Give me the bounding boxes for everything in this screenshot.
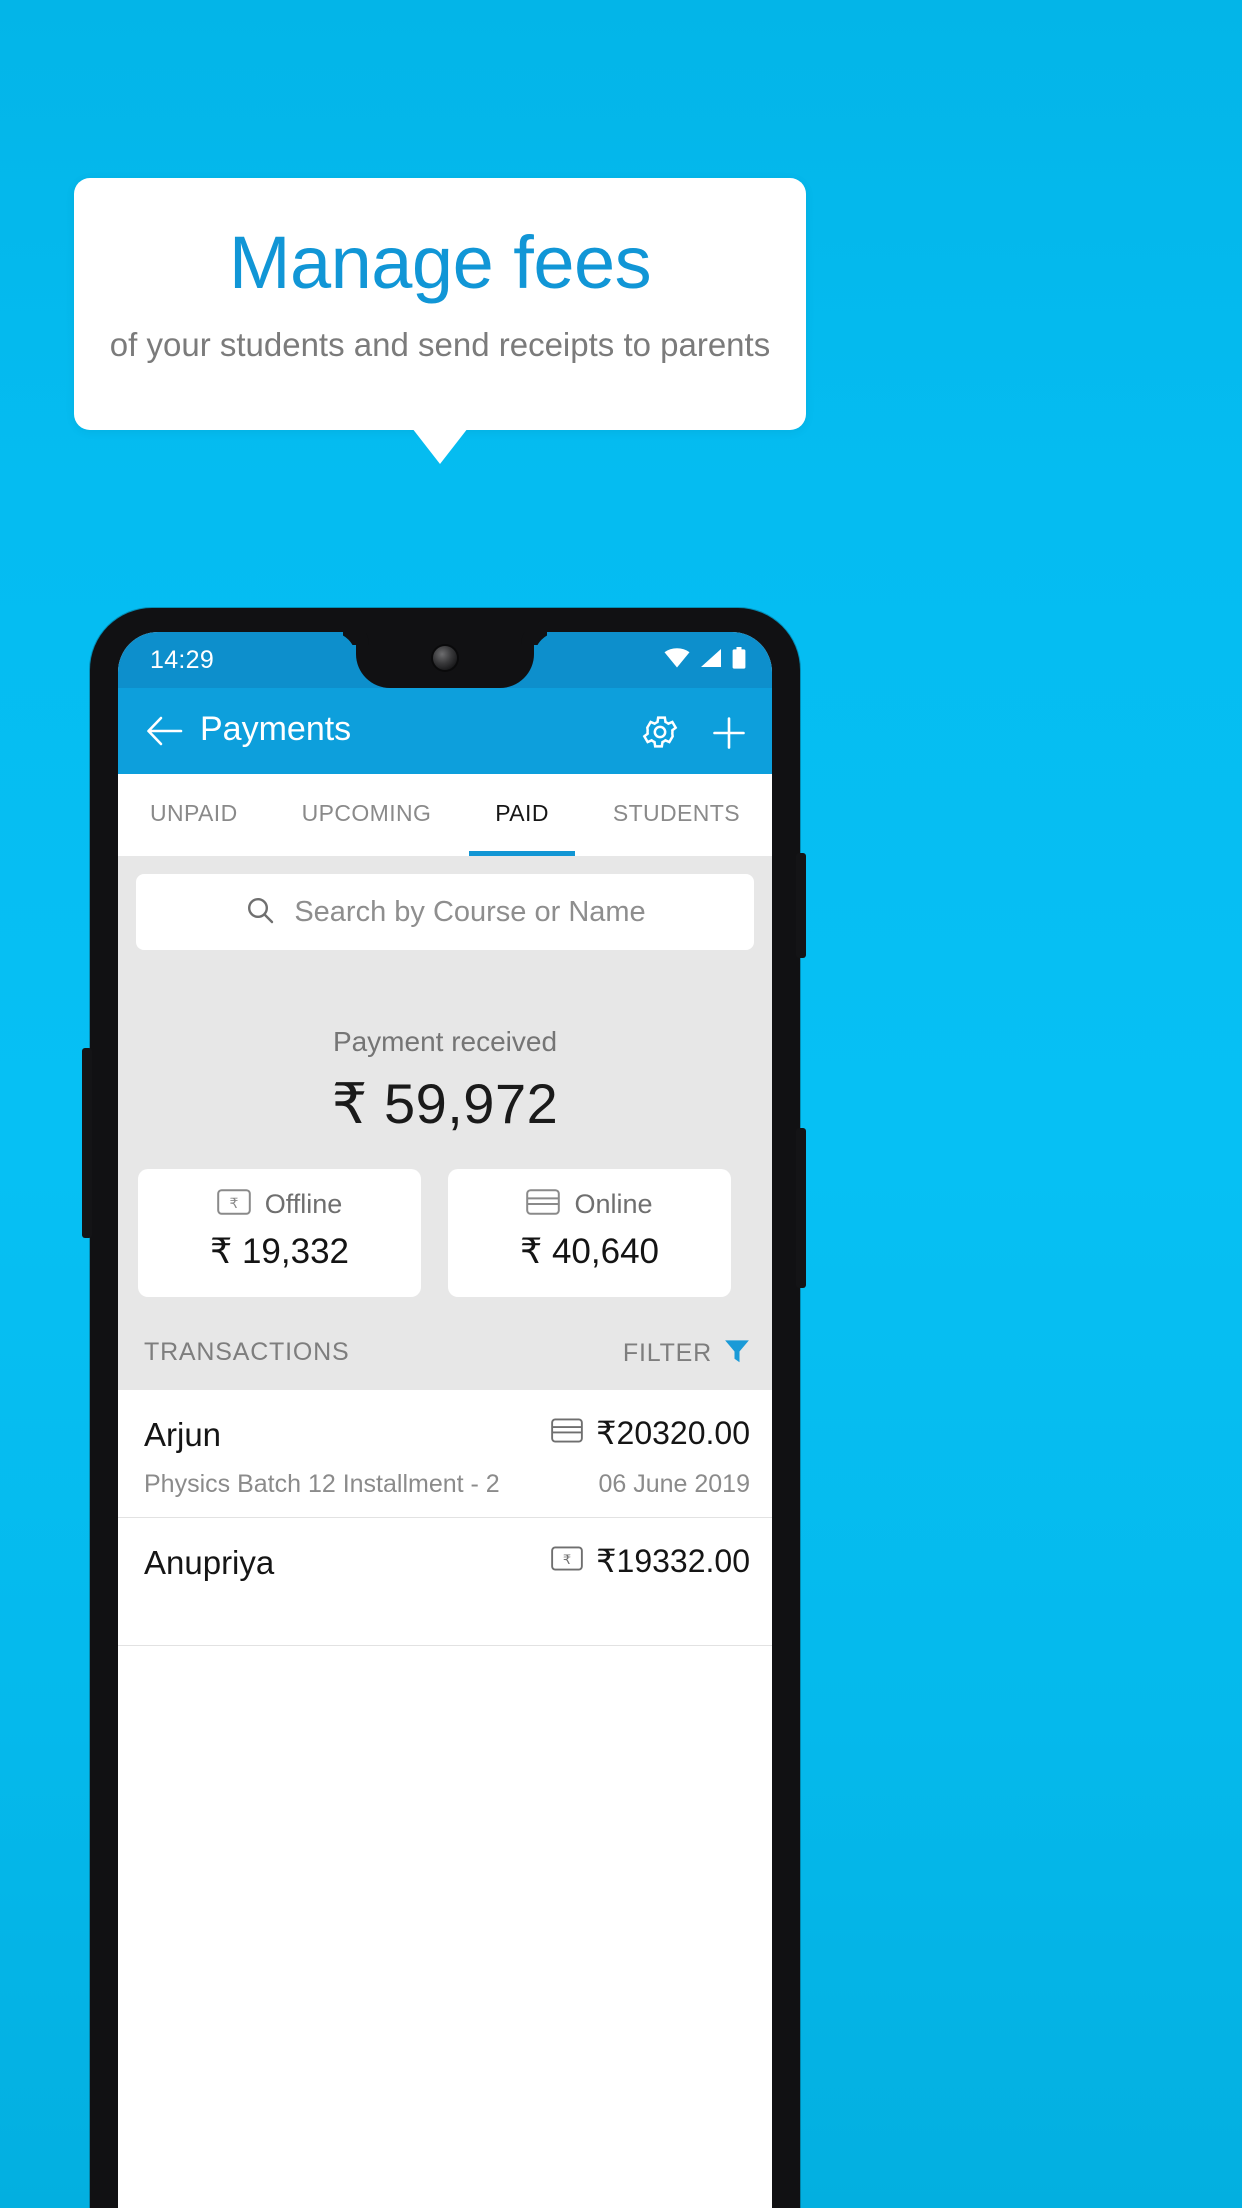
cellular-signal-icon xyxy=(699,648,723,673)
front-camera xyxy=(433,646,457,670)
offline-card-label: Offline xyxy=(264,1189,343,1219)
page-title: Payments xyxy=(200,710,352,748)
search-icon xyxy=(244,894,276,931)
transaction-name: Anupriya xyxy=(144,1544,275,1581)
credit-card-icon xyxy=(551,1418,583,1448)
transaction-amount: ₹19332.00 xyxy=(596,1543,750,1579)
wifi-icon xyxy=(664,648,690,673)
online-card-value: ₹ 40,640 xyxy=(519,1232,660,1271)
transaction-date: 06 June 2019 xyxy=(598,1470,750,1498)
phone-screen: 14:29 Payments UNPAID UPCOMING PAID STUD… xyxy=(118,632,772,2208)
svg-text:₹: ₹ xyxy=(229,1195,238,1211)
transactions-header: TRANSACTIONS FILTER xyxy=(118,1326,772,1386)
offline-summary-card[interactable]: ₹ Offline ₹ 19,332 xyxy=(138,1169,421,1297)
transactions-list: Arjun Physics Batch 12 Installment - 2 ₹ xyxy=(118,1390,772,2208)
filter-funnel-icon xyxy=(722,1336,752,1371)
gear-icon[interactable] xyxy=(640,712,680,757)
phone-mockup: 14:29 Payments UNPAID UPCOMING PAID STUD… xyxy=(82,608,806,2208)
offline-card-value: ₹ 19,332 xyxy=(209,1232,350,1271)
filter-label: FILTER xyxy=(622,1339,712,1367)
transactions-label: TRANSACTIONS xyxy=(144,1338,350,1366)
promo-title: Manage fees xyxy=(228,221,652,304)
tab-students[interactable]: STUDENTS xyxy=(581,774,772,856)
phone-notch xyxy=(356,632,534,688)
phone-power-button xyxy=(796,853,806,958)
offline-card-header: ₹ Offline xyxy=(138,1189,421,1220)
tab-upcoming[interactable]: UPCOMING xyxy=(270,774,464,856)
app-bar: Payments xyxy=(118,688,772,774)
back-arrow-icon[interactable] xyxy=(144,712,184,755)
svg-text:₹: ₹ xyxy=(563,1552,571,1567)
banknote-rupee-icon: ₹ xyxy=(551,1546,583,1576)
transaction-name: Arjun xyxy=(144,1416,222,1453)
screenshot-root: Manage fees of your students and send re… xyxy=(0,0,1242,2208)
table-row[interactable]: Arjun Physics Batch 12 Installment - 2 ₹ xyxy=(118,1390,772,1518)
online-summary-card[interactable]: Online ₹ 40,640 xyxy=(448,1169,731,1297)
payment-received-label: Payment received xyxy=(332,1026,558,1057)
transaction-amount-wrap: ₹20320.00 xyxy=(551,1414,750,1452)
phone-side-button-left xyxy=(82,1048,92,1238)
tab-bar: UNPAID UPCOMING PAID STUDENTS xyxy=(118,774,772,856)
status-bar: 14:29 xyxy=(118,632,772,688)
transaction-amount-wrap: ₹ ₹19332.00 xyxy=(551,1542,750,1580)
filter-button[interactable]: FILTER xyxy=(623,1336,752,1371)
tab-unpaid[interactable]: UNPAID xyxy=(118,774,270,856)
battery-icon xyxy=(732,647,746,674)
online-card-label: Online xyxy=(574,1189,653,1219)
promo-banner-card: Manage fees of your students and send re… xyxy=(74,178,806,430)
credit-card-icon xyxy=(526,1189,561,1220)
paid-tab-content: Search by Course or Name Payment receive… xyxy=(118,856,772,2208)
transaction-description: Physics Batch 12 Installment - 2 xyxy=(144,1470,500,1498)
payment-received-amount: ₹ 59,972 xyxy=(331,1072,559,1135)
plus-icon[interactable] xyxy=(710,714,748,757)
table-row[interactable]: Anupriya ₹ ₹19332.00 xyxy=(118,1518,772,1646)
promo-subtitle: of your students and send receipts to pa… xyxy=(109,326,771,363)
transaction-amount: ₹20320.00 xyxy=(596,1415,750,1451)
promo-banner-tail xyxy=(412,428,468,464)
search-input[interactable]: Search by Course or Name xyxy=(136,874,754,950)
online-card-header: Online xyxy=(448,1189,731,1220)
status-icons xyxy=(664,647,746,674)
tab-paid[interactable]: PAID xyxy=(463,774,581,856)
phone-volume-button xyxy=(796,1128,806,1288)
search-placeholder: Search by Course or Name xyxy=(294,895,646,928)
banknote-rupee-icon: ₹ xyxy=(216,1189,251,1220)
status-time: 14:29 xyxy=(150,646,215,674)
